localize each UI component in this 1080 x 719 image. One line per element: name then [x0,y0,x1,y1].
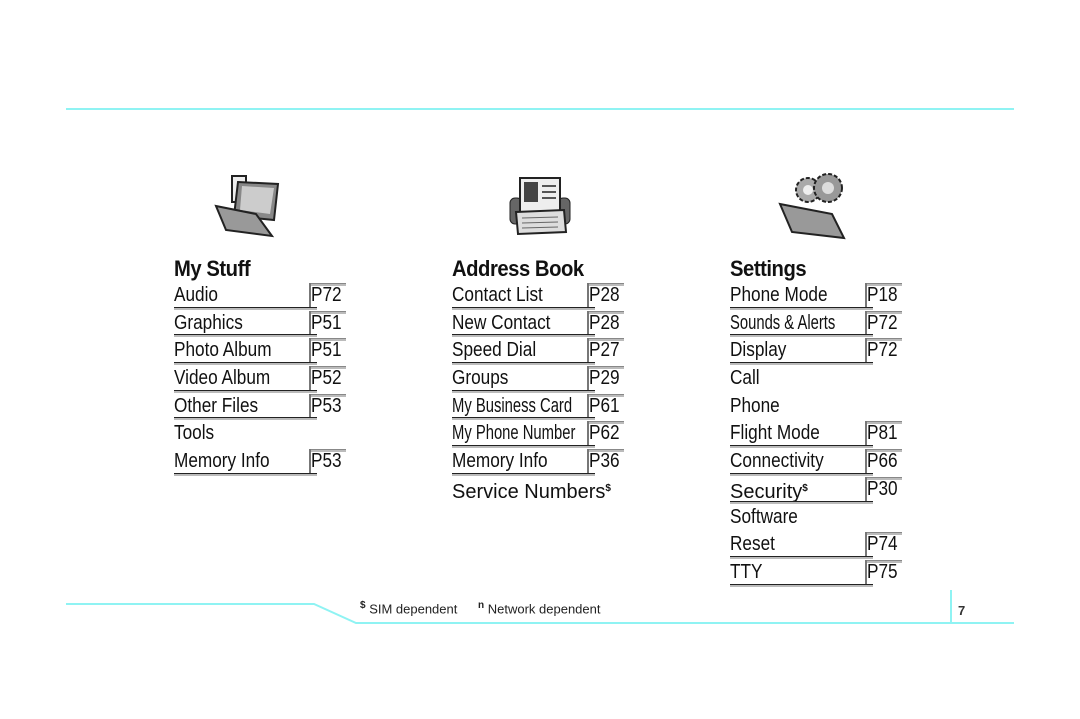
sim-dependent-note: $ SIM dependent [360,600,457,616]
sim-note-text: SIM dependent [369,601,458,617]
page-number: 7 [958,603,966,618]
page-divider [950,590,952,622]
network-note-text: Network dependent [487,601,601,617]
sim-mark: $ [360,600,366,611]
network-dependent-note: n Network dependent [478,600,600,616]
network-mark: n [478,600,485,611]
